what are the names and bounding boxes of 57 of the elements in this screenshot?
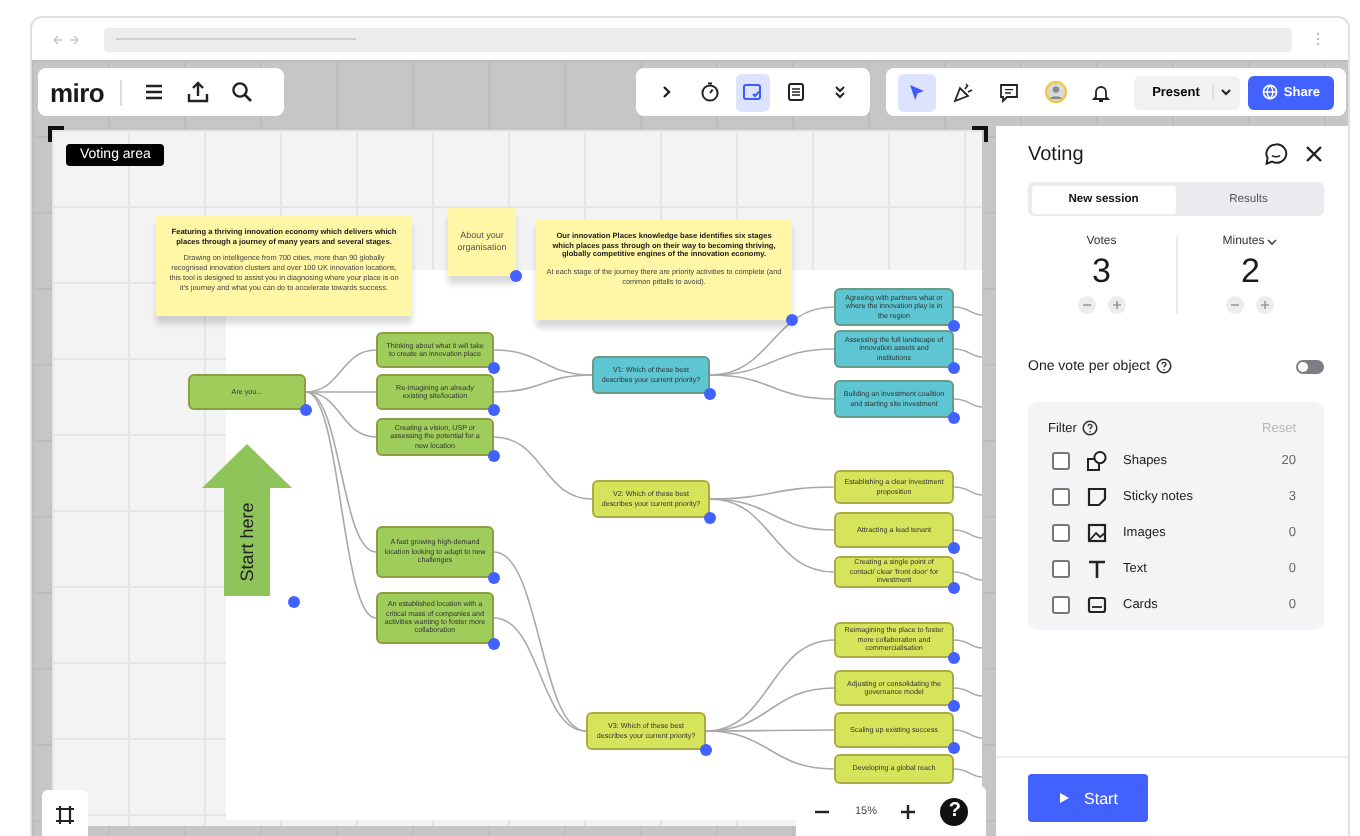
search-icon[interactable]: [229, 80, 254, 104]
connector-line: [953, 398, 983, 408]
menu-icon[interactable]: [141, 80, 166, 104]
help-icon[interactable]: [1082, 420, 1099, 436]
bell-icon[interactable]: [1090, 81, 1112, 103]
start-button[interactable]: Start: [1028, 774, 1148, 822]
frame-grid-icon[interactable]: [54, 803, 76, 825]
connector-line: [493, 374, 593, 393]
connector-line: [493, 436, 593, 500]
counter-value: 3: [1092, 254, 1111, 290]
frames-button[interactable]: [42, 790, 88, 836]
stopwatch-icon[interactable]: [699, 82, 720, 102]
checkbox[interactable]: [1052, 488, 1069, 506]
frame-corner-icon: [972, 126, 988, 142]
connector-line: [953, 639, 983, 649]
close-icon[interactable]: [1304, 144, 1324, 164]
help-icon[interactable]: [1156, 358, 1173, 374]
toggle-switch[interactable]: [1296, 359, 1324, 373]
image-icon: [1085, 522, 1107, 544]
caret-icon[interactable]: [1211, 84, 1234, 100]
panel-title: Voting: [1028, 143, 1084, 165]
checkbox[interactable]: [1052, 596, 1069, 614]
connector-line: [953, 486, 983, 496]
checkbox[interactable]: [1052, 452, 1069, 470]
globe-icon[interactable]: [1261, 84, 1278, 100]
document-icon[interactable]: [786, 82, 807, 102]
connector-line: [953, 306, 983, 316]
text-icon: [1085, 558, 1107, 580]
help-button[interactable]: ?: [940, 798, 969, 826]
connector-line: [953, 687, 983, 697]
zoom-in-icon[interactable]: [898, 802, 919, 822]
connector-line: [953, 768, 983, 778]
upload-icon[interactable]: [185, 80, 210, 104]
start-here-label: Start here: [237, 500, 257, 586]
comment-icon[interactable]: [998, 81, 1020, 103]
double-chevron-icon[interactable]: [830, 82, 851, 102]
connector-line: [953, 729, 983, 739]
sticky-note[interactable]: [536, 220, 792, 320]
miro-logo[interactable]: miro: [50, 77, 104, 107]
frame-corner-icon: [48, 126, 64, 142]
avatar-icon[interactable]: [1043, 80, 1067, 104]
card-icon: [1085, 594, 1107, 616]
counter-value: 2: [1241, 254, 1260, 290]
chat-icon[interactable]: [1264, 142, 1288, 166]
connector-line: [953, 529, 983, 539]
dropdown-caret-icon[interactable]: [1266, 236, 1279, 248]
sticky-note[interactable]: [156, 216, 412, 316]
sticky-note-icon: [1085, 486, 1107, 508]
voting-icon[interactable]: [742, 82, 763, 102]
connector-line: [953, 348, 983, 358]
play-icon[interactable]: [1058, 792, 1071, 804]
connector-line: [953, 571, 983, 581]
cursor-icon[interactable]: [906, 81, 928, 103]
checkbox[interactable]: [1052, 524, 1069, 542]
party-popper-icon[interactable]: [952, 81, 974, 103]
shapes-icon: [1085, 450, 1107, 472]
checkbox[interactable]: [1052, 560, 1069, 578]
